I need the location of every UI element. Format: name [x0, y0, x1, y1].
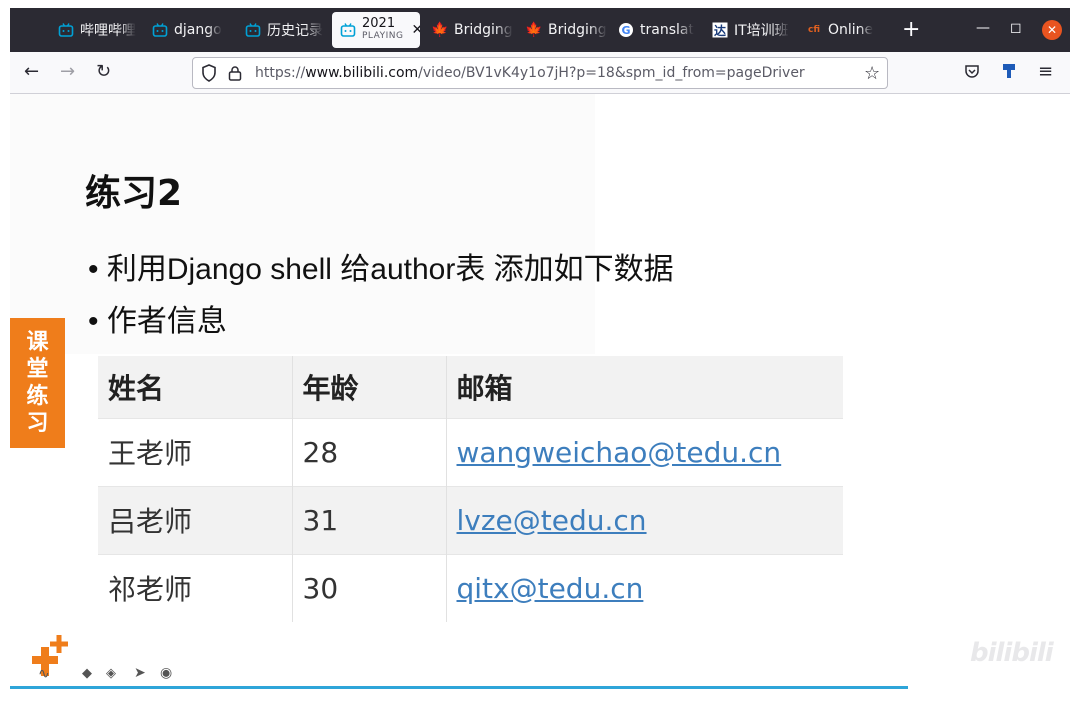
slide-title: 练习2	[85, 173, 183, 214]
column-header-name: 姓名	[98, 356, 292, 418]
tab-bridging-1[interactable]: 🍁 Bridging	[432, 12, 514, 48]
tab-online[interactable]: cfi Online	[806, 12, 888, 48]
pointer-icon[interactable]: ➤	[134, 665, 146, 681]
minimize-icon[interactable]: —	[976, 20, 990, 36]
column-header-email: 邮箱	[445, 356, 843, 418]
highlighter-icon[interactable]: ◆	[82, 666, 92, 681]
author-email: wangweichao@tedu.cn	[445, 417, 843, 486]
tab-django[interactable]: django	[152, 12, 232, 48]
classroom-practice-badge: 课 堂 练 习	[10, 318, 65, 448]
bullet-item: • 作者信息	[88, 305, 227, 338]
author-email: qitx@tedu.cn	[445, 553, 843, 622]
author-name: 吕老师	[98, 485, 292, 554]
back-arrow-icon[interactable]: ←	[24, 62, 39, 82]
extension-icon[interactable]	[1000, 62, 1018, 84]
tab-history[interactable]: 历史记录	[245, 12, 325, 48]
video-progress-bar[interactable]	[10, 686, 908, 689]
annotation-toolbar: ∿ ◆ ◈ ➤ ◉	[22, 632, 192, 682]
bilibili-icon	[245, 22, 261, 38]
author-email: lvze@tedu.cn	[445, 485, 843, 554]
pen-icon[interactable]: ∿	[38, 666, 50, 682]
tab-strip: 哔哩哔哩 django 历史记录 2021 PLAYING ✕ 🍁 Bridgi…	[10, 8, 1070, 52]
svg-text:G: G	[621, 24, 630, 37]
email-link[interactable]: lvze@tedu.cn	[457, 504, 647, 537]
svg-text:达: 达	[714, 23, 726, 38]
bilibili-icon	[152, 22, 168, 38]
bilibili-watermark: bilibili	[970, 638, 1054, 668]
maple-leaf-icon: 🍁	[526, 22, 543, 38]
author-age: 30	[291, 553, 446, 622]
bilibili-icon	[58, 22, 74, 38]
maximize-icon[interactable]: ◻	[1010, 20, 1022, 36]
record-icon[interactable]: ◉	[160, 665, 172, 681]
cfi-icon: cfi	[807, 25, 820, 35]
maple-leaf-icon: 🍁	[432, 22, 449, 38]
forward-arrow-icon[interactable]: →	[60, 62, 75, 82]
email-link[interactable]: qitx@tedu.cn	[457, 572, 644, 605]
address-bar[interactable]: https://www.bilibili.com/video/BV1vK4y1o…	[192, 57, 888, 89]
table-row: 吕老师 31 lvze@tedu.cn	[98, 485, 843, 554]
pocket-icon[interactable]	[964, 63, 980, 83]
author-age: 28	[291, 417, 446, 486]
tab-bilibili-home[interactable]: 哔哩哔哩	[58, 12, 138, 48]
url-text[interactable]: https://www.bilibili.com/video/BV1vK4y1o…	[255, 65, 805, 81]
table-row: 王老师 28 wangweichao@tedu.cn	[98, 417, 843, 486]
bullet-item: • 利用Django shell 给author表 添加如下数据	[88, 253, 674, 286]
author-name: 王老师	[98, 417, 292, 486]
lock-icon[interactable]	[227, 65, 243, 85]
tab-bridging-2[interactable]: 🍁 Bridging	[526, 12, 608, 48]
google-icon: G	[618, 22, 634, 38]
author-age: 31	[291, 485, 446, 554]
shield-icon[interactable]	[201, 64, 217, 86]
da-icon: 达	[712, 22, 728, 38]
window-close-icon[interactable]: ✕	[1042, 20, 1062, 40]
close-tab-icon[interactable]: ✕	[411, 22, 420, 38]
tab-playing-label: PLAYING	[362, 31, 404, 41]
table-row: 祁老师 30 qitx@tedu.cn	[98, 553, 843, 622]
bookmark-star-icon[interactable]: ☆	[864, 63, 880, 84]
new-tab-button[interactable]: +	[902, 18, 920, 42]
tab-it-training[interactable]: 达 IT培训班	[712, 12, 794, 48]
tab-translate[interactable]: G translat	[618, 12, 700, 48]
menu-icon[interactable]: ≡	[1038, 61, 1053, 82]
tab-active-playing[interactable]: 2021 PLAYING ✕	[332, 12, 420, 48]
video-frame[interactable]: 练习2 • 利用Django shell 给author表 添加如下数据 • 作…	[10, 94, 1069, 691]
navigation-toolbar: ← → ↻ https://www.bilibili.com/video/BV1…	[10, 52, 1070, 94]
table-header-row: 姓名 年龄 邮箱	[98, 356, 843, 418]
bilibili-icon	[340, 22, 356, 38]
column-header-age: 年龄	[291, 356, 446, 418]
tab-title: 2021	[362, 16, 396, 31]
reload-icon[interactable]: ↻	[96, 62, 111, 82]
email-link[interactable]: wangweichao@tedu.cn	[457, 436, 782, 469]
author-name: 祁老师	[98, 553, 292, 622]
eraser-icon[interactable]: ◈	[106, 666, 116, 681]
author-table: 姓名 年龄 邮箱 王老师 28 wangweichao@tedu.cn 吕老师 …	[98, 356, 843, 622]
